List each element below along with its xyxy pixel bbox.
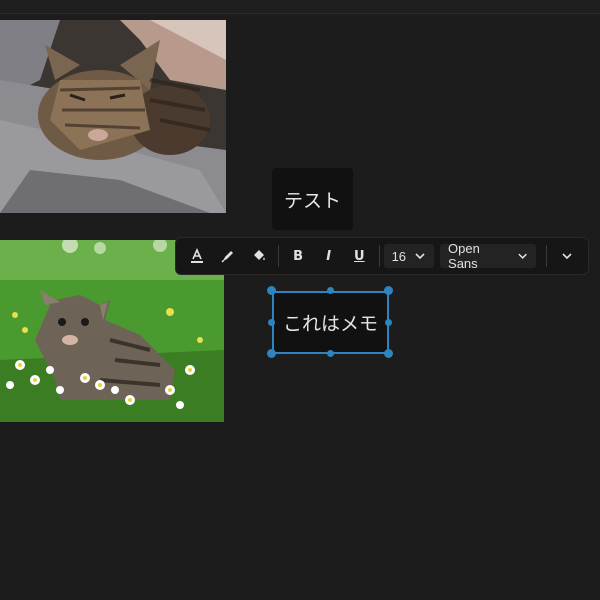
resize-handle-bottom[interactable] xyxy=(327,350,334,357)
note-text: テスト xyxy=(283,189,341,212)
text-note-memo-selected[interactable]: これはメモ xyxy=(272,291,389,354)
text-color-button[interactable] xyxy=(182,240,213,272)
highlight-button[interactable] xyxy=(213,240,244,272)
font-family-value: Open Sans xyxy=(448,241,480,271)
text-color-icon xyxy=(191,248,204,263)
resize-handle-bottom-right[interactable] xyxy=(384,349,393,358)
toolbar-divider xyxy=(546,245,548,267)
resize-handle-top[interactable] xyxy=(327,287,334,294)
top-bar xyxy=(0,0,600,14)
chevron-down-icon xyxy=(415,253,425,260)
resize-handle-bottom-left[interactable] xyxy=(267,349,276,358)
resize-handle-top-right[interactable] xyxy=(384,286,393,295)
text-format-toolbar: B I U 16 Open Sans xyxy=(175,237,589,275)
toolbar-divider xyxy=(277,245,279,267)
italic-button[interactable]: I xyxy=(313,240,344,272)
chevron-down-icon xyxy=(562,253,572,260)
bold-button[interactable]: B xyxy=(283,240,314,272)
font-size-select[interactable]: 16 xyxy=(383,244,435,268)
chevron-down-icon xyxy=(518,253,528,259)
toolbar-divider xyxy=(378,245,380,267)
font-size-value: 16 xyxy=(391,248,407,264)
cat-photo-art xyxy=(0,20,226,213)
resize-handle-left[interactable] xyxy=(268,319,275,326)
italic-label: I xyxy=(326,248,332,264)
underline-label: U xyxy=(354,248,365,264)
bold-label: B xyxy=(293,248,304,264)
whiteboard-canvas[interactable]: テスト B I U 16 Open Sans これはメモ xyxy=(0,0,600,600)
paint-bucket-icon xyxy=(253,250,265,260)
more-options-button[interactable] xyxy=(551,240,582,272)
resize-handle-top-left[interactable] xyxy=(267,286,276,295)
text-note-test[interactable]: テスト xyxy=(272,168,353,230)
resize-handle-right[interactable] xyxy=(385,319,392,326)
highlighter-icon xyxy=(221,251,233,263)
note-text: これはメモ xyxy=(282,313,378,335)
fill-color-button[interactable] xyxy=(243,240,274,272)
sleeping-tabby-cat-photo[interactable] xyxy=(0,20,226,213)
font-family-select[interactable]: Open Sans xyxy=(440,241,537,271)
underline-button[interactable]: U xyxy=(344,240,375,272)
